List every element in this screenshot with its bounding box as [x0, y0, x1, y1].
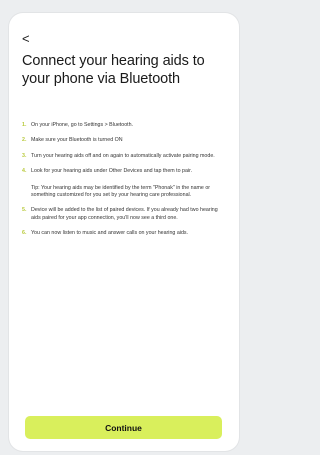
screen: < Connect your hearing aids to your phon… [9, 13, 239, 451]
step-number: 5. [22, 207, 27, 214]
step-tip: Tip: Your hearing aids may be identified… [31, 184, 211, 199]
step-text: Turn your hearing aids off and on again … [31, 152, 215, 159]
step-text: You can now listen to music and answer c… [31, 230, 189, 237]
step-number: 2. [22, 137, 27, 144]
step-content: Look for your hearing aids under Other D… [31, 168, 227, 199]
step-number: 1. [22, 122, 27, 128]
list-item: 5. Device will be added to the list of p… [22, 207, 227, 222]
list-item: 1. On your iPhone, go to Settings > Blue… [22, 122, 227, 129]
list-item: 4. Look for your hearing aids under Othe… [22, 168, 227, 199]
step-text: Make sure your Bluetooth is turned ON [31, 137, 123, 144]
step-text: Look for your hearing aids under Other D… [31, 168, 193, 175]
step-number: 3. [22, 152, 27, 159]
list-item: 6. You can now listen to music and answe… [22, 230, 227, 237]
list-item: 3. Turn your hearing aids off and on aga… [22, 153, 227, 160]
step-text: On your iPhone, go to Settings > Bluetoo… [31, 122, 134, 128]
continue-button[interactable]: Continue [25, 416, 222, 439]
page-title: Connect your hearing aids to your phone … [22, 53, 205, 87]
step-number: 4. [22, 168, 27, 175]
list-item: 2. Make sure your Bluetooth is turned ON [22, 137, 227, 144]
step-number: 6. [22, 230, 27, 237]
instruction-list: 1. On your iPhone, go to Settings > Blue… [22, 122, 227, 246]
back-chevron-icon[interactable]: < [22, 32, 30, 45]
step-text: Device will be added to the list of pair… [31, 207, 218, 221]
